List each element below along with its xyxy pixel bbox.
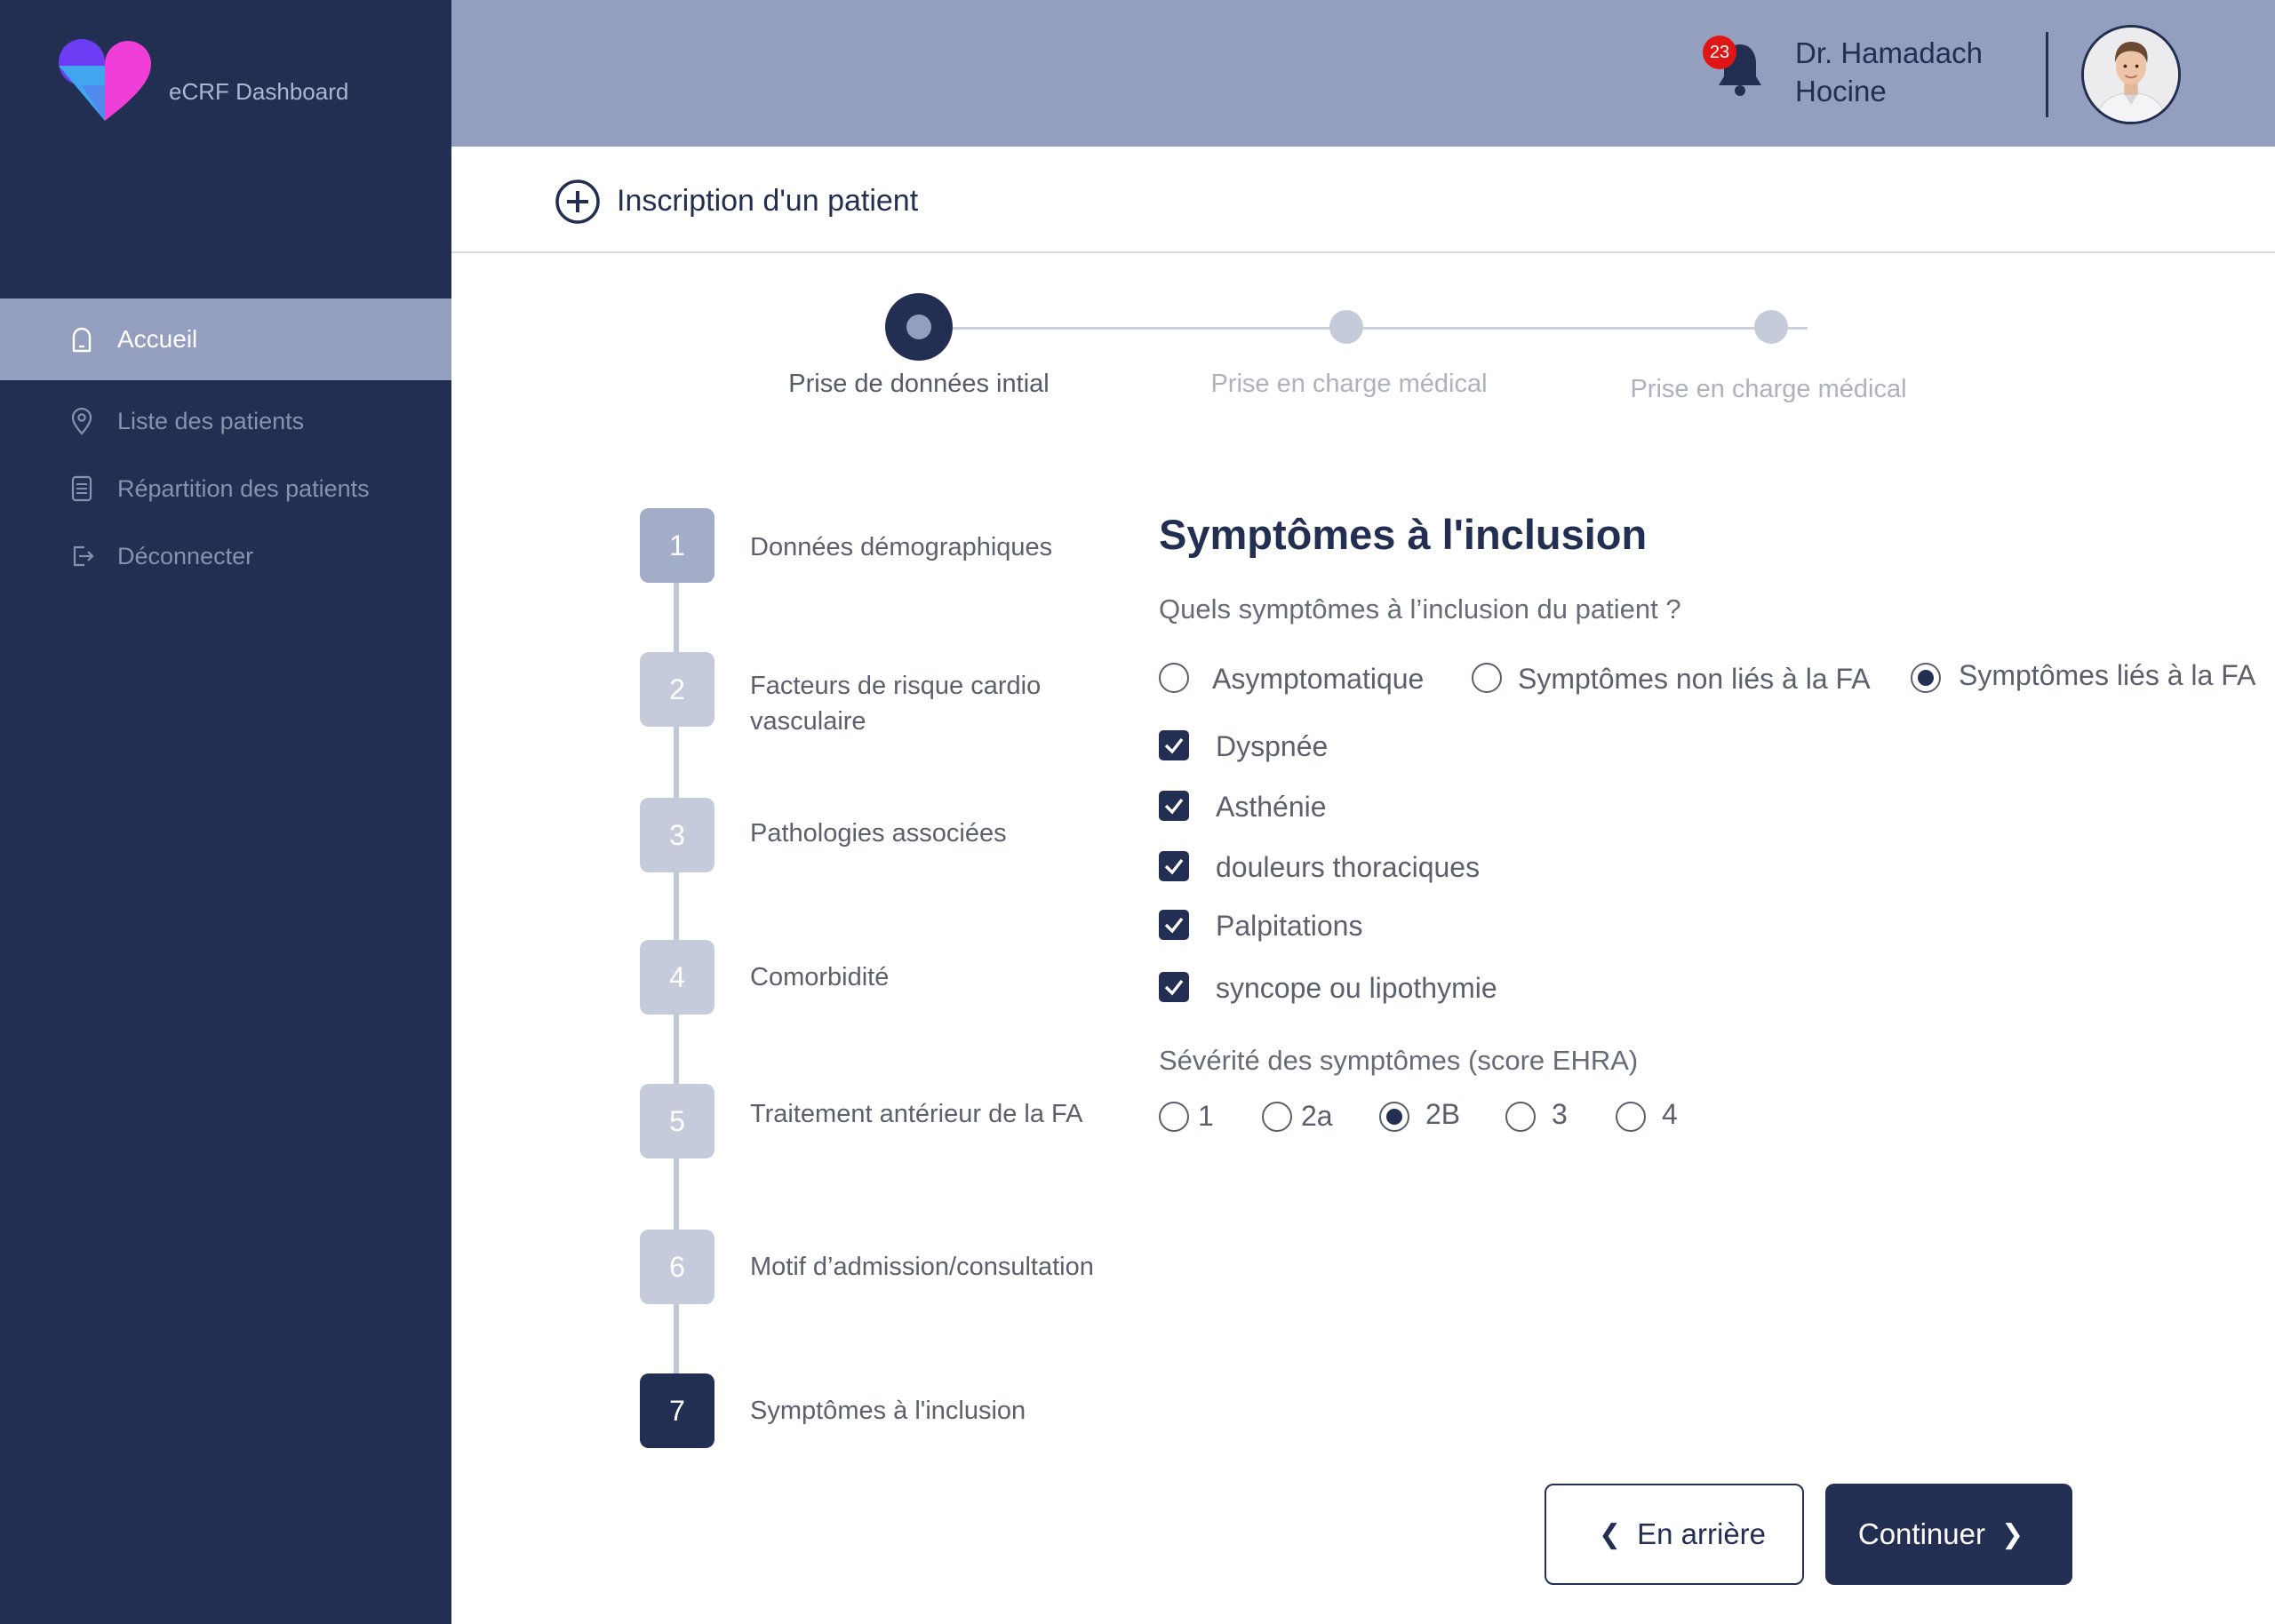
checkbox-label-palpitations: Palpitations bbox=[1216, 910, 1363, 942]
title-bar: Inscription d'un patient bbox=[451, 147, 2275, 253]
checkbox-label-dyspnee: Dyspnée bbox=[1216, 730, 1329, 762]
radio-label-asymptomatique: Asymptomatique bbox=[1212, 663, 1425, 695]
chevron-right-icon: ❯ bbox=[2000, 1519, 2024, 1549]
radio-label-ehra-1: 1 bbox=[1198, 1100, 1214, 1132]
checkbox-dyspnee[interactable] bbox=[1159, 730, 1189, 760]
stepper-dot-1[interactable] bbox=[885, 293, 953, 361]
sidebar-item-deconnecter[interactable]: Déconnecter bbox=[0, 522, 451, 590]
stepper-dot-3[interactable] bbox=[1754, 310, 1788, 344]
checkbox-label-asthenie: Asthénie bbox=[1216, 791, 1327, 823]
brand-name: eCRF Dashboard bbox=[169, 78, 349, 105]
notification-badge: 23 bbox=[1703, 36, 1736, 69]
step-label-6: Motif d’admission/consultation bbox=[750, 1253, 1094, 1281]
sidebar-item-label: Répartition des patients bbox=[117, 474, 370, 502]
step-label-4: Comorbidité bbox=[750, 963, 890, 991]
page-title: Inscription d'un patient bbox=[617, 184, 919, 218]
radio-lies-fa[interactable] bbox=[1911, 663, 1941, 693]
radio-asymptomatique[interactable] bbox=[1159, 663, 1189, 693]
user-name: Dr. Hamadach Hocine bbox=[1795, 34, 1983, 110]
sidebar-item-accueil[interactable]: Accueil bbox=[0, 299, 451, 380]
radio-non-lies-fa[interactable] bbox=[1472, 663, 1502, 693]
radio-ehra-2b[interactable] bbox=[1379, 1102, 1409, 1132]
step-number-1[interactable]: 1 bbox=[640, 508, 714, 583]
stepper-label-2: Prise en charge médical bbox=[1210, 370, 1488, 398]
sidebar-item-label: Accueil bbox=[117, 325, 198, 353]
radio-ehra-1[interactable] bbox=[1159, 1102, 1189, 1132]
sidebar-item-label: Liste des patients bbox=[117, 407, 305, 434]
sidebar: eCRF Dashboard Accueil Liste des patient… bbox=[0, 0, 451, 1624]
radio-label-lies-fa: Symptômes liés à la FA bbox=[1959, 659, 2256, 691]
step-label-5: Traitement antérieur de la FA bbox=[750, 1100, 1083, 1128]
add-circle-icon[interactable] bbox=[555, 179, 601, 225]
form-title: Symptômes à l'inclusion bbox=[1159, 511, 1648, 558]
symptoms-question: Quels symptômes à l’inclusion du patient… bbox=[1159, 593, 1681, 625]
continue-button-label: Continuer bbox=[1857, 1517, 1985, 1550]
logout-icon bbox=[66, 540, 98, 572]
checkbox-syncope[interactable] bbox=[1159, 972, 1189, 1002]
stepper-dot-2[interactable] bbox=[1329, 310, 1363, 344]
radio-label-ehra-3: 3 bbox=[1552, 1098, 1568, 1130]
notifications-button[interactable]: 23 bbox=[1703, 36, 1765, 107]
step-number-7[interactable]: 7 bbox=[640, 1373, 714, 1448]
back-button[interactable]: ❮ En arrière bbox=[1545, 1484, 1804, 1585]
step-label-1: Données démographiques bbox=[750, 533, 1053, 561]
user-name-line-1: Dr. Hamadach bbox=[1795, 36, 1983, 69]
sidebar-item-label: Déconnecter bbox=[117, 542, 254, 569]
checkbox-asthenie[interactable] bbox=[1159, 791, 1189, 821]
avatar[interactable] bbox=[2081, 25, 2181, 124]
severity-label: Sévérité des symptômes (score EHRA) bbox=[1159, 1045, 1639, 1076]
step-label-2: Facteurs de risque cardio vasculaire bbox=[750, 672, 1042, 736]
radio-label-ehra-4: 4 bbox=[1662, 1098, 1678, 1130]
checkbox-palpitations[interactable] bbox=[1159, 910, 1189, 940]
chevron-left-icon: ❮ bbox=[1598, 1519, 1622, 1549]
radio-label-ehra-2a: 2a bbox=[1301, 1100, 1333, 1132]
user-name-line-2: Hocine bbox=[1795, 75, 1887, 107]
stepper-track bbox=[949, 327, 1808, 330]
step-number-3[interactable]: 3 bbox=[640, 798, 714, 872]
sidebar-item-liste-patients[interactable]: Liste des patients bbox=[0, 387, 451, 455]
step-label-3: Pathologies associées bbox=[750, 819, 1007, 848]
location-pin-icon bbox=[66, 405, 98, 437]
home-icon bbox=[66, 323, 98, 355]
radio-ehra-4[interactable] bbox=[1616, 1102, 1646, 1132]
continue-button[interactable]: Continuer ❯ bbox=[1825, 1484, 2072, 1585]
checkbox-label-syncope: syncope ou lipothymie bbox=[1216, 972, 1497, 1004]
stepper-label-3: Prise en charge médical bbox=[1630, 375, 1907, 403]
checkbox-label-douleurs-thoraciques: douleurs thoraciques bbox=[1216, 851, 1481, 883]
step-number-6[interactable]: 6 bbox=[640, 1230, 714, 1304]
sidebar-item-repartition[interactable]: Répartition des patients bbox=[0, 455, 451, 522]
radio-label-non-lies-fa: Symptômes non liés à la FA bbox=[1518, 663, 1871, 695]
checkbox-douleurs-thoraciques[interactable] bbox=[1159, 851, 1189, 881]
heart-logo-icon[interactable] bbox=[59, 39, 153, 121]
radio-label-ehra-2b: 2B bbox=[1425, 1098, 1461, 1130]
step-number-2[interactable]: 2 bbox=[640, 652, 714, 727]
header-divider bbox=[2046, 32, 2048, 117]
document-list-icon bbox=[66, 473, 98, 505]
radio-ehra-2a[interactable] bbox=[1262, 1102, 1292, 1132]
step-number-5[interactable]: 5 bbox=[640, 1084, 714, 1158]
top-bar bbox=[451, 0, 2275, 147]
back-button-label: En arrière bbox=[1637, 1517, 1767, 1550]
stepper-label-1: Prise de données intial bbox=[788, 370, 1050, 398]
radio-ehra-3[interactable] bbox=[1505, 1102, 1536, 1132]
step-label-7: Symptômes à l'inclusion bbox=[750, 1397, 1026, 1425]
step-number-4[interactable]: 4 bbox=[640, 940, 714, 1015]
